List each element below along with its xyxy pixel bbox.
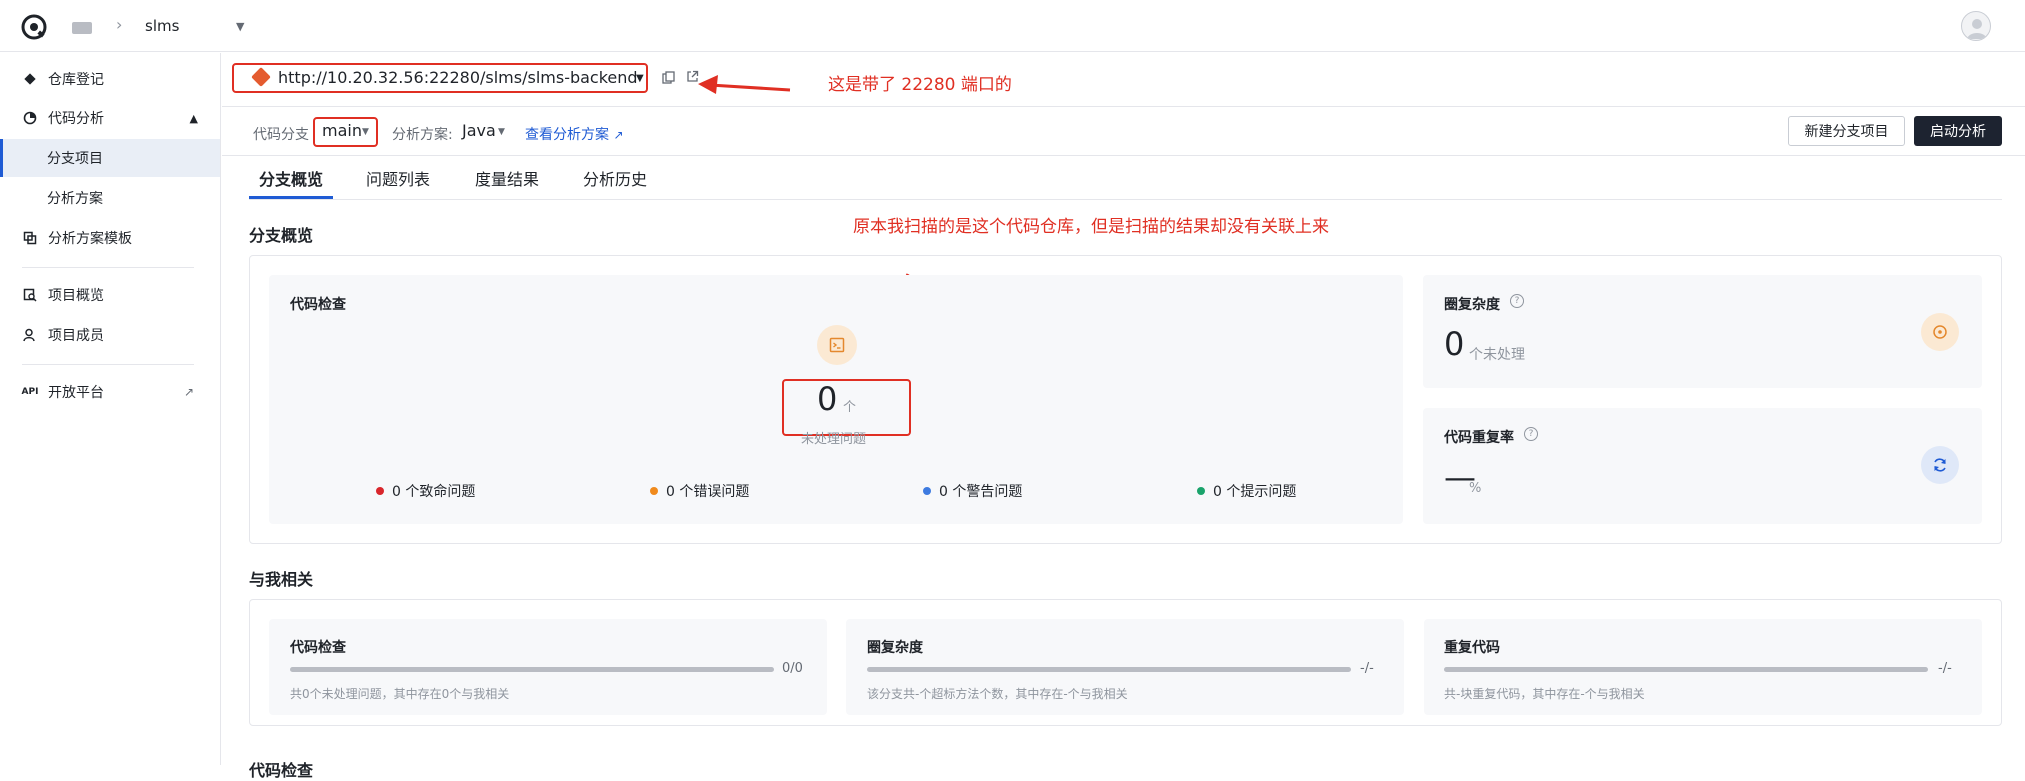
sidebar-item-code-analysis[interactable]: 代码分析 ▲	[0, 99, 220, 137]
code-check-icon	[817, 325, 857, 365]
error-dot-icon	[650, 487, 658, 495]
complexity-unit: 个未处理	[1469, 347, 1525, 363]
related-panel-desc: 该分支共-个超标方法个数，其中存在-个与我相关	[867, 687, 1128, 701]
view-scheme-link[interactable]: 查看分析方案 ↗	[525, 124, 624, 144]
app-logo-icon[interactable]	[20, 13, 48, 41]
progress-bar	[290, 667, 774, 672]
sidebar-divider	[22, 267, 194, 268]
copy-icon[interactable]	[662, 71, 675, 88]
branch-selector[interactable]: main	[322, 121, 362, 140]
chevron-up-icon[interactable]: ▲	[190, 112, 198, 125]
related-panel-title: 代码检查	[290, 640, 346, 656]
tab-metrics[interactable]: 度量结果	[475, 166, 539, 190]
complexity-title: 圈复杂度	[1444, 297, 1500, 313]
sidebar-item-analysis-scheme[interactable]: 分析方案	[0, 179, 220, 217]
branch-label: 代码分支	[253, 127, 309, 143]
severity-label: 0 个错误问题	[666, 484, 750, 500]
severity-error[interactable]: 0 个错误问题	[650, 481, 749, 501]
sidebar-item-label: 分析方案	[47, 191, 103, 207]
branch-caret-icon[interactable]: ▼	[362, 127, 369, 137]
section-title: 与我相关	[249, 570, 314, 589]
repo-dropdown-caret-icon[interactable]: ▼	[636, 73, 644, 84]
tab-issue-list[interactable]: 问题列表	[366, 166, 430, 190]
scheme-selector[interactable]: Java	[462, 121, 496, 140]
breadcrumb-org-placeholder[interactable]	[72, 22, 92, 34]
top-bar	[0, 0, 2025, 52]
related-panel-title: 圈复杂度	[867, 640, 923, 656]
related-panel-value: -/-	[1360, 661, 1374, 676]
breadcrumb-chevron-icon: ›	[116, 15, 123, 34]
severity-label: 0 个警告问题	[939, 484, 1023, 500]
complexity-panel[interactable]	[1423, 275, 1982, 388]
annotation-note: 原本我扫描的是这个代码仓库，但是扫描的结果却没有关联上来	[853, 217, 1329, 237]
external-link-icon[interactable]: ↗	[184, 385, 194, 399]
active-tab-indicator	[249, 196, 333, 199]
related-panel-value: -/-	[1938, 661, 1952, 676]
unresolved-issue-count[interactable]: 0	[817, 380, 837, 418]
analysis-chart-icon	[22, 110, 38, 126]
severity-label: 0 个提示问题	[1213, 484, 1297, 500]
new-branch-project-button[interactable]: 新建分支项目	[1788, 116, 1905, 146]
sidebar-item-project-overview[interactable]: 项目概览	[0, 276, 220, 314]
sidebar-item-label: 仓库登记	[48, 72, 104, 88]
related-panel-desc: 共-块重复代码，其中存在-个与我相关	[1444, 687, 1645, 701]
progress-bar	[1444, 667, 1928, 672]
help-icon[interactable]: ?	[1510, 294, 1524, 308]
external-link-icon: ↗	[613, 128, 624, 142]
sidebar-item-label: 分支项目	[47, 151, 103, 167]
sidebar-item-label: 开放平台	[48, 385, 104, 401]
complexity-value: 0	[1444, 325, 1465, 363]
section-title: 分支概览	[249, 226, 314, 245]
start-analysis-button[interactable]: 启动分析	[1914, 116, 2002, 146]
annotation-note: 这是带了 22280 端口的	[828, 75, 1012, 95]
severity-hint[interactable]: 0 个提示问题	[1197, 481, 1296, 501]
sidebar-item-repo-register[interactable]: 仓库登记	[0, 60, 220, 98]
code-check-title: 代码检查	[290, 297, 346, 313]
related-panel-title: 重复代码	[1444, 640, 1500, 656]
sidebar-item-branch-project[interactable]: 分支项目	[0, 139, 220, 177]
sidebar-divider	[22, 364, 194, 365]
sidebar-item-label: 项目成员	[48, 328, 104, 344]
project-dropdown-caret-icon[interactable]: ▼	[236, 20, 244, 33]
sidebar-item-scheme-template[interactable]: 分析方案模板	[0, 219, 220, 257]
view-scheme-link-label: 查看分析方案	[525, 127, 609, 143]
count-unit: 个	[843, 400, 857, 415]
sidebar: 仓库登记 代码分析 ▲ 分支项目 分析方案 分析方案模板 项目概览 项目成员 A…	[0, 53, 221, 765]
sidebar-item-label: 代码分析	[48, 111, 104, 127]
breadcrumb-project[interactable]: slms	[145, 17, 179, 35]
help-icon[interactable]: ?	[1524, 427, 1538, 441]
sidebar-item-open-platform[interactable]: API 开放平台 ↗	[0, 373, 220, 411]
sidebar-item-label: 分析方案模板	[48, 231, 132, 247]
user-avatar[interactable]	[1961, 11, 1991, 41]
related-panel-value: 0/0	[782, 661, 803, 676]
copy-template-icon	[22, 230, 38, 246]
progress-bar	[867, 667, 1351, 672]
tab-branch-overview[interactable]: 分支概览	[259, 166, 323, 190]
git-diamond-icon	[22, 71, 38, 87]
severity-warning[interactable]: 0 个警告问题	[923, 481, 1022, 501]
unresolved-issue-label: 未处理问题	[801, 432, 867, 447]
scheme-caret-icon[interactable]: ▼	[498, 127, 505, 137]
user-icon	[22, 327, 38, 343]
severity-fatal[interactable]: 0 个致命问题	[376, 481, 475, 501]
sidebar-item-project-members[interactable]: 项目成员	[0, 316, 220, 354]
refresh-icon	[1921, 446, 1959, 484]
hint-dot-icon	[1197, 487, 1205, 495]
warning-dot-icon	[923, 487, 931, 495]
section-title: 代码检查	[249, 761, 314, 780]
sidebar-item-label: 项目概览	[48, 288, 104, 304]
target-icon	[1921, 313, 1959, 351]
tab-analysis-history[interactable]: 分析历史	[583, 166, 647, 190]
duplication-panel[interactable]	[1423, 408, 1982, 524]
duplication-unit: %	[1469, 481, 1482, 496]
related-panel-desc: 共0个未处理问题，其中存在0个与我相关	[290, 687, 510, 701]
repo-url-selector[interactable]: http://10.20.32.56:22280/slms/slms-backe…	[278, 68, 638, 87]
severity-label: 0 个致命问题	[392, 484, 476, 500]
duplication-title: 代码重复率	[1444, 430, 1514, 446]
fatal-dot-icon	[376, 487, 384, 495]
api-icon: API	[21, 387, 39, 397]
scheme-label: 分析方案:	[392, 127, 453, 143]
annotation-arrow-icon	[698, 75, 791, 94]
overview-search-icon	[22, 287, 38, 303]
